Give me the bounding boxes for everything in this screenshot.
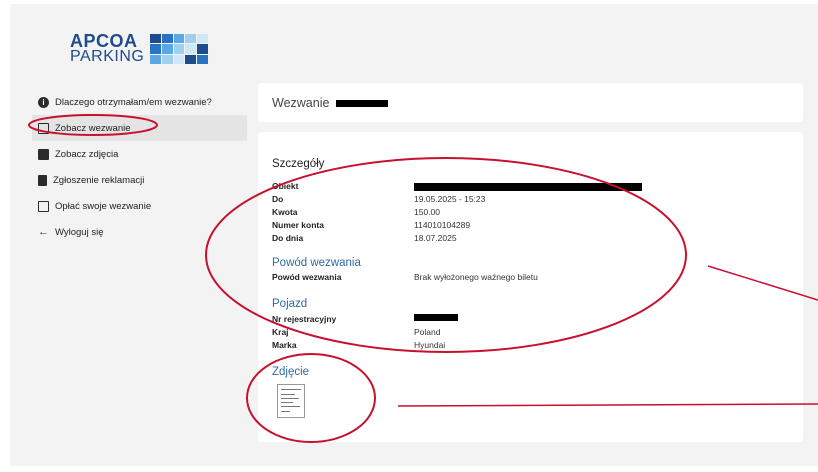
redacted-plate-value	[414, 314, 458, 322]
sidebar-item-label: Opłać swoje wezwanie	[55, 200, 152, 212]
logo-grid-block	[161, 44, 173, 54]
ticket-icon	[38, 122, 49, 134]
logo-grid-block	[150, 54, 161, 64]
vehicle-row-plate: Nr rejestracyjny	[272, 314, 792, 325]
logo-grid-block	[161, 54, 173, 64]
detail-row-to: Do 19.05.2025 - 15:23	[272, 194, 792, 205]
sidebar-item-complaint[interactable]: Zgłoszenie reklamacji	[32, 167, 247, 193]
logo-word-parking: PARKING	[70, 48, 145, 65]
redacted-object-value	[414, 182, 642, 191]
vehicle-section-title: Pojazd	[272, 298, 308, 310]
detail-value: 150.00	[414, 207, 440, 217]
vehicle-row-country: Kraj Poland	[272, 327, 792, 338]
reason-row: Powód wezwania Brak wyłożonego ważnego b…	[272, 272, 792, 283]
sidebar-item-label: Zgłoszenie reklamacji	[53, 174, 145, 186]
detail-value: 114010104289	[414, 220, 471, 230]
photo-section-title: Zdjęcie	[272, 366, 310, 378]
vehicle-label: Kraj	[272, 327, 289, 337]
detail-value	[414, 181, 642, 191]
thumbnail-line	[281, 402, 293, 403]
info-icon: i	[38, 96, 49, 108]
detail-row-amount: Kwota 150.00	[272, 207, 792, 218]
sidebar-item-view-photos[interactable]: Zobacz zdjęcia	[32, 141, 247, 167]
logo-grid-block	[150, 34, 161, 44]
detail-value: 19.05.2025 - 15:23	[414, 194, 486, 204]
document-icon	[38, 174, 47, 186]
sidebar-item-why-notice[interactable]: i Dlaczego otrzymałam/em wezwanie?	[32, 89, 247, 115]
logo-grid-block	[197, 54, 208, 64]
apcoa-parking-logo[interactable]: APCOA PARKING	[70, 32, 210, 68]
reason-value: Brak wyłożonego ważnego biletu	[414, 272, 538, 282]
detail-label: Kwota	[272, 207, 298, 217]
card-icon	[38, 200, 49, 212]
detail-value: 18.07.2025	[414, 233, 457, 243]
sidebar-item-logout[interactable]: ← Wyloguj się	[32, 219, 247, 245]
sidebar-nav: i Dlaczego otrzymałam/em wezwanie? Zobac…	[32, 89, 247, 245]
detail-row-account-number: Numer konta 114010104289	[272, 220, 792, 231]
redacted-notice-number	[335, 100, 388, 108]
vehicle-label: Marka	[272, 340, 297, 350]
vehicle-value: Poland	[414, 327, 441, 337]
detail-label: Numer konta	[272, 220, 324, 230]
notice-header-card: Wezwanie	[258, 83, 803, 122]
thumbnail-line	[281, 389, 301, 390]
logo-grid-block	[197, 34, 208, 44]
sidebar-item-label: Zobacz zdjęcia	[55, 148, 119, 160]
logo-grid-icon	[150, 34, 208, 64]
sidebar-item-label: Dlaczego otrzymałam/em wezwanie?	[55, 96, 212, 108]
page-title: Wezwanie	[272, 96, 388, 110]
reason-section-title: Powód wezwania	[272, 257, 361, 269]
thumbnail-line	[281, 398, 299, 399]
logo-grid-block	[173, 44, 185, 54]
vehicle-row-make: Marka Hyundai	[272, 340, 792, 351]
sidebar-item-pay-notice[interactable]: Opłać swoje wezwanie	[32, 193, 247, 219]
detail-label: Obiekt	[272, 181, 299, 191]
sidebar-item-label: Zobacz wezwanie	[55, 122, 131, 134]
detail-row-object: Obiekt	[272, 181, 792, 192]
detail-row-due-date: Do dnia 18.07.2025	[272, 233, 792, 244]
logo-grid-block	[185, 54, 197, 64]
details-section-title: Szczegóły	[272, 158, 325, 170]
arrow-left-icon: ←	[38, 226, 49, 238]
vehicle-label: Nr rejestracyjny	[272, 314, 337, 324]
logo-grid-block	[185, 34, 197, 44]
logo-grid-block	[173, 34, 185, 44]
sidebar-item-label: Wyloguj się	[55, 226, 104, 238]
logo-grid-block	[161, 34, 173, 44]
thumbnail-line	[281, 411, 290, 412]
vehicle-value	[414, 312, 458, 322]
reason-label: Powód wezwania	[272, 272, 342, 282]
sidebar-item-view-notice[interactable]: Zobacz wezwanie	[32, 115, 247, 141]
image-icon	[38, 148, 49, 160]
vehicle-value: Hyundai	[414, 340, 446, 350]
thumbnail-line	[281, 406, 300, 407]
detail-label: Do	[272, 194, 284, 204]
logo-grid-block	[197, 44, 208, 54]
thumbnail-line	[281, 394, 295, 395]
logo-grid-block	[173, 54, 185, 64]
logo-grid-block	[185, 44, 197, 54]
detail-label: Do dnia	[272, 233, 304, 243]
notice-title-label: Wezwanie	[272, 96, 330, 110]
notice-details-card	[258, 132, 803, 442]
logo-grid-block	[150, 44, 161, 54]
notice-photo-thumbnail[interactable]	[277, 384, 305, 418]
